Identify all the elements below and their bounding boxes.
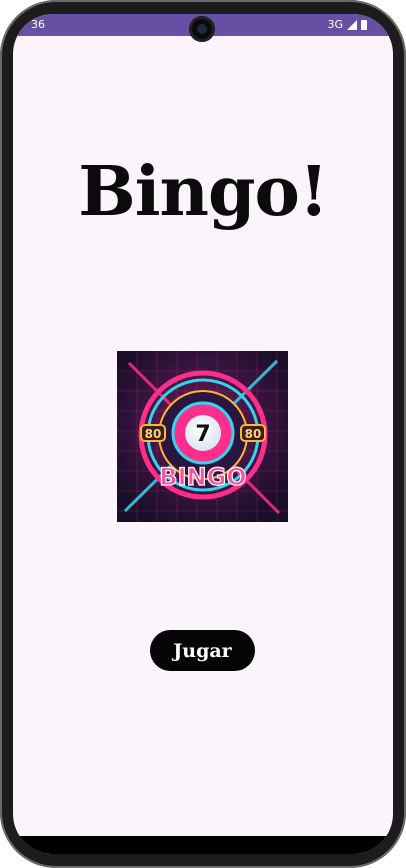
signal-icon (347, 20, 357, 30)
bingo-ball-number: 7 (195, 422, 210, 447)
right-badge-number: 80 (245, 427, 262, 441)
status-icons: 3G (327, 14, 367, 36)
play-button[interactable]: Jugar (150, 630, 255, 671)
bingo-logo-image: 7 80 80 BINGO (117, 351, 288, 522)
page-title: Bingo! (78, 152, 329, 232)
bingo-logo-text: BINGO (159, 463, 246, 491)
camera-lens (197, 24, 207, 34)
battery-icon (361, 20, 367, 30)
camera-cutout (189, 16, 215, 42)
phone-frame: 36 3G Bingo! 7 80 80 BINGO Jugar (0, 0, 406, 868)
bingo-artwork: 7 80 80 BINGO (117, 351, 288, 522)
bottom-bar (13, 836, 393, 854)
network-type: 3G (327, 18, 343, 31)
status-time: 36 (31, 18, 45, 31)
app-screen: 36 3G Bingo! 7 80 80 BINGO Jugar (13, 14, 393, 854)
left-badge-number: 80 (145, 427, 162, 441)
